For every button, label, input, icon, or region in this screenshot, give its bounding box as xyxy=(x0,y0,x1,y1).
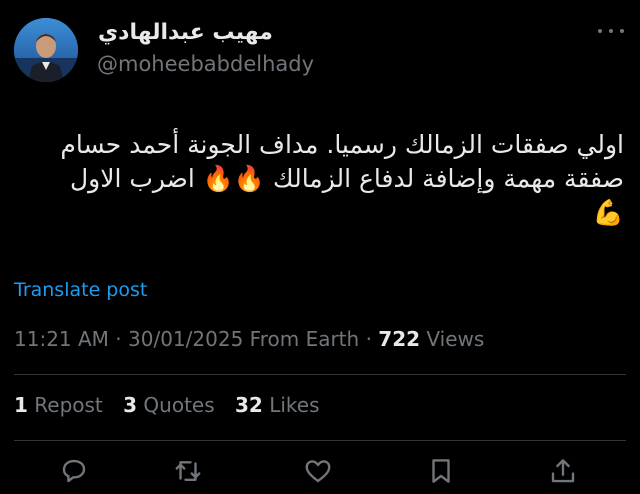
divider xyxy=(14,374,626,375)
tweet-time[interactable]: 11:21 AM xyxy=(14,327,109,351)
tweet-source: From Earth xyxy=(249,327,360,351)
quotes-count: 3 xyxy=(123,393,138,417)
likes-count: 32 xyxy=(235,393,263,417)
like-button[interactable] xyxy=(303,456,333,486)
tweet-text-line: 💪 xyxy=(592,198,624,227)
more-options-button[interactable] xyxy=(598,22,624,40)
tweet-meta: 11:21 AM · 30/01/2025 From Earth · 722 V… xyxy=(14,327,484,351)
repost-button[interactable] xyxy=(173,456,203,486)
tweet-text: اولي صفقات الزمالك رسميا. مداف الجونة أح… xyxy=(24,128,624,230)
meta-separator: · xyxy=(115,327,122,351)
quotes-stat[interactable]: 3 Quotes xyxy=(123,393,221,417)
action-bar xyxy=(0,452,640,492)
user-handle[interactable]: @moheebabdelhady xyxy=(97,52,314,76)
likes-stat[interactable]: 32 Likes xyxy=(235,393,320,417)
tweet-text-line: اولي صفقات الزمالك رسميا. مداف الجونة أح… xyxy=(60,130,624,159)
tweet-date[interactable]: 30/01/2025 xyxy=(128,327,243,351)
reply-icon xyxy=(62,459,86,483)
translate-post-link[interactable]: Translate post xyxy=(14,279,147,301)
quotes-label: Quotes xyxy=(143,393,215,417)
repost-icon xyxy=(175,461,201,481)
views-count: 722 xyxy=(378,327,421,351)
share-button[interactable] xyxy=(548,456,578,486)
tweet-text-line: صفقة مهمة وإضافة لدفاع الزمالك 🔥🔥 اضرب ا… xyxy=(69,164,624,193)
more-horizontal-icon xyxy=(598,29,602,33)
divider xyxy=(14,440,626,441)
meta-separator: · xyxy=(365,327,372,351)
reposts-count: 1 xyxy=(14,393,28,417)
likes-label: Likes xyxy=(269,393,320,417)
bookmark-icon xyxy=(432,459,450,483)
reposts-stat[interactable]: 1 Repost xyxy=(14,393,109,417)
bookmark-button[interactable] xyxy=(426,456,456,486)
reposts-label: Repost xyxy=(34,393,103,417)
engagement-stats: 1 Repost 3 Quotes 32 Likes xyxy=(14,393,334,417)
share-icon xyxy=(551,459,575,483)
reply-button[interactable] xyxy=(59,456,89,486)
avatar[interactable] xyxy=(14,18,78,82)
display-name[interactable]: مهيب عبدالهادي xyxy=(98,20,273,45)
views-label: Views xyxy=(426,327,485,351)
heart-icon xyxy=(305,460,331,483)
